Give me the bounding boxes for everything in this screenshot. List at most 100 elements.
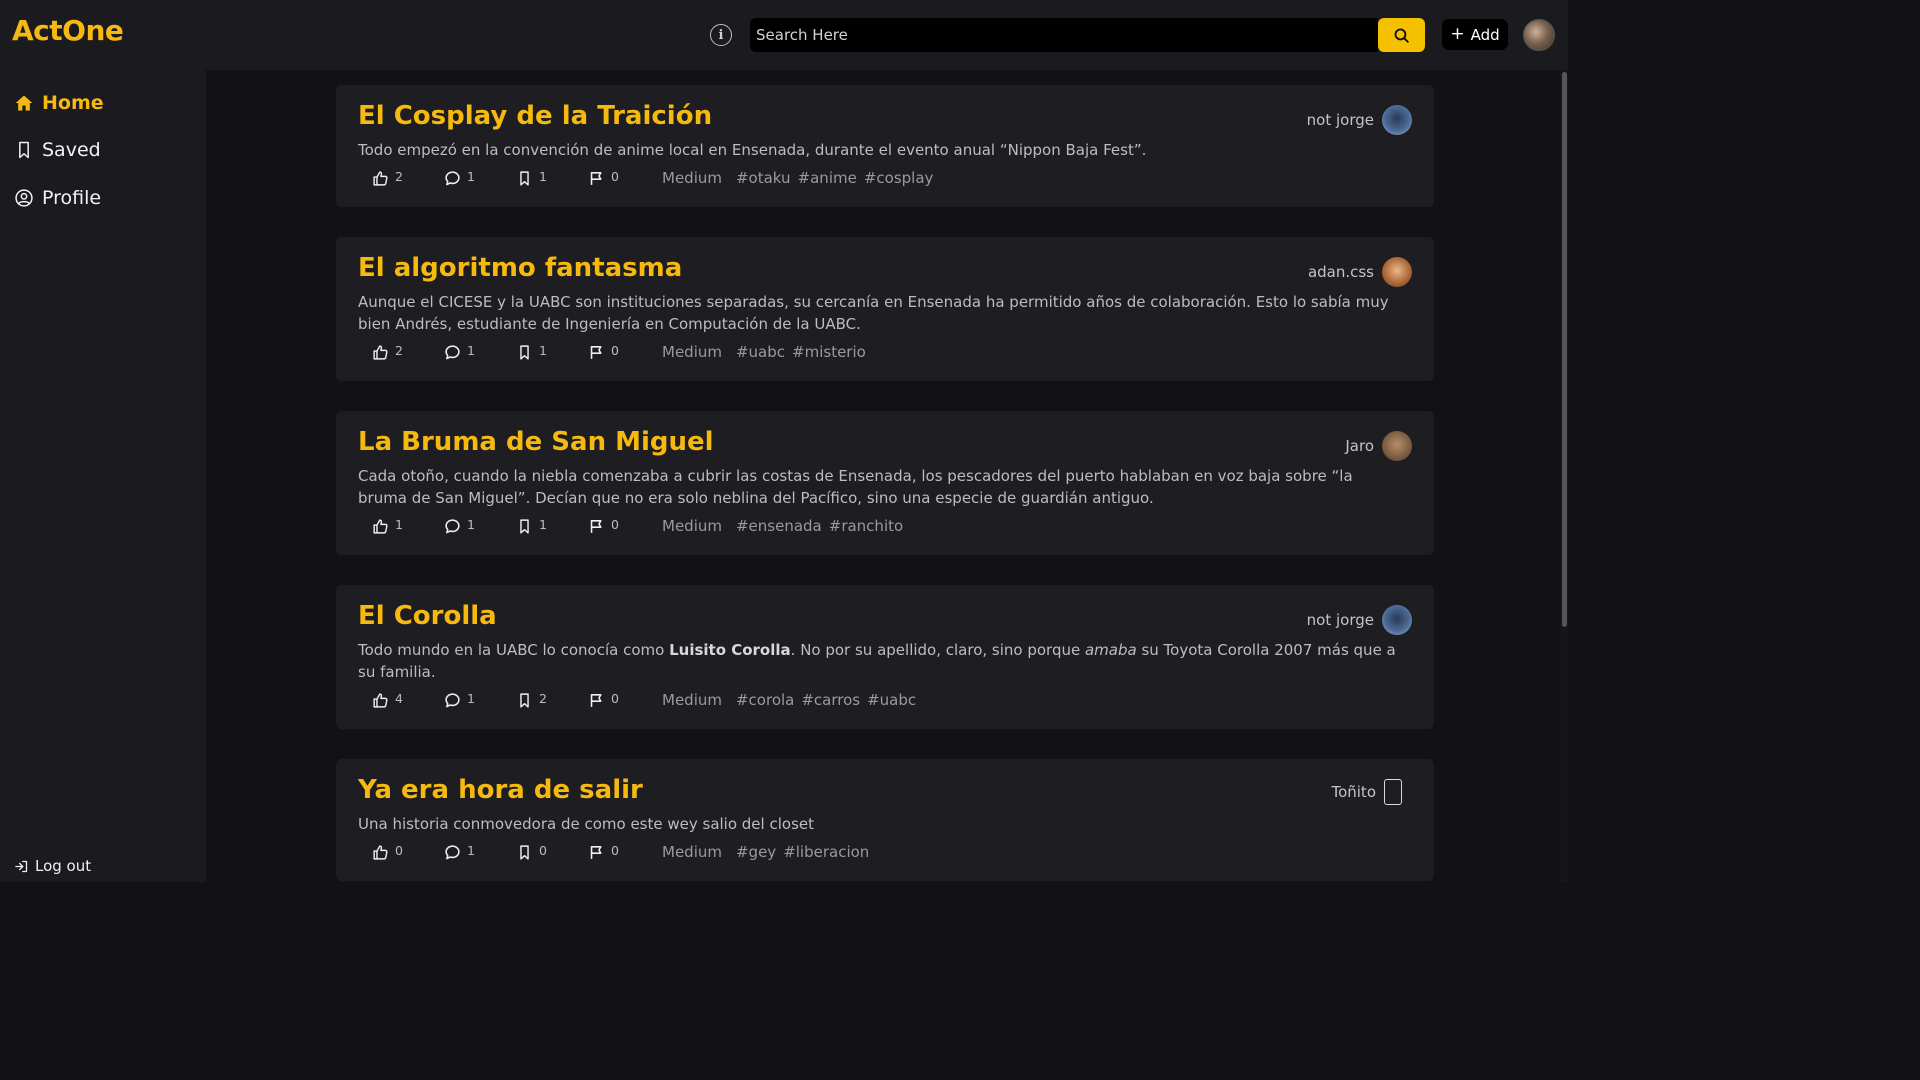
save-count: 1 [539,169,547,184]
save-count: 1 [539,343,547,358]
author-name: adan.css [1307,263,1374,281]
post-author[interactable]: adan.css [1308,257,1412,287]
like-button[interactable]: 2 [372,343,444,361]
add-button[interactable]: + Add [1442,19,1508,50]
save-count: 2 [539,691,547,706]
post-stats: 2 1 1 0 Medium #otaku #anime #cosplay [372,169,940,187]
plus-icon: + [1450,24,1465,44]
comment-icon [445,844,460,859]
save-button[interactable]: 0 [516,843,588,861]
comment-button[interactable]: 1 [444,691,516,709]
broken-image-icon [1384,779,1402,805]
logout-label: Log out [35,857,92,875]
tag-link[interactable]: #cosplay [864,169,934,187]
post-author[interactable]: Toñito [1331,779,1402,805]
user-circle-icon [15,189,33,207]
tag-link[interactable]: #anime [798,169,857,187]
save-button[interactable]: 1 [516,169,588,187]
author-avatar [1382,257,1412,287]
logout-button[interactable]: Log out [14,857,91,875]
comment-icon [445,344,460,359]
save-button[interactable]: 1 [516,343,588,361]
post-card[interactable]: Ya era hora de salir Toñito Una historia… [336,759,1434,881]
tag-link[interactable]: #ranchito [829,517,903,535]
scrollbar-thumb[interactable] [1562,72,1567,627]
report-count: 0 [611,169,619,184]
bookmark-icon [520,844,529,860]
sidebar-item-saved[interactable]: Saved [14,139,101,161]
report-button[interactable]: 0 [588,343,660,361]
add-button-label: Add [1470,25,1500,44]
sidebar-item-profile[interactable]: Profile [14,187,101,209]
info-icon[interactable]: i [710,24,732,46]
post-excerpt: Aunque el CICESE y la UABC son instituci… [358,293,1389,333]
post-stats: 2 1 1 0 Medium #uabc #misterio [372,343,873,361]
save-count: 0 [539,843,547,858]
difficulty-label: Medium [662,169,722,187]
like-button[interactable]: 2 [372,169,444,187]
post-excerpt: Cada otoño, cuando la niebla comenzaba a… [358,467,1353,507]
post-card[interactable]: El Corolla not jorge Todo mundo en la UA… [336,585,1434,729]
flag-icon [590,345,602,359]
post-title[interactable]: La Bruma de San Miguel [358,427,714,457]
tag-link[interactable]: #ensenada [736,517,822,535]
tag-link[interactable]: #liberacion [783,843,869,861]
search-icon [1394,28,1409,43]
search-button[interactable] [1378,18,1425,52]
comment-button[interactable]: 1 [444,517,516,535]
report-button[interactable]: 0 [588,691,660,709]
top-bar: ActOne i + Add [0,0,1568,70]
report-button[interactable]: 0 [588,169,660,187]
save-button[interactable]: 2 [516,691,588,709]
sidebar-item-label: Profile [42,187,102,209]
author-avatar [1382,105,1412,135]
like-button[interactable]: 0 [372,843,444,861]
report-count: 0 [611,517,619,532]
app-logo[interactable]: ActOne [12,14,124,47]
sidebar-item-label: Home [42,92,104,114]
post-title[interactable]: El algoritmo fantasma [358,253,682,283]
report-count: 0 [611,343,619,358]
tag-link[interactable]: #uabc [867,691,916,709]
save-button[interactable]: 1 [516,517,588,535]
post-stats: 1 1 1 0 Medium #ensenada #ranchito [372,517,910,535]
post-author[interactable]: not jorge [1307,105,1412,135]
home-icon [15,95,33,111]
tag-link[interactable]: #corola [736,691,794,709]
excerpt-bold-text: Luisito Corolla [669,641,791,659]
comment-count: 1 [467,517,475,532]
tag-link[interactable]: #otaku [736,169,791,187]
post-title[interactable]: Ya era hora de salir [358,775,643,805]
post-title[interactable]: El Corolla [358,601,497,631]
difficulty-label: Medium [662,843,722,861]
post-card[interactable]: El Cosplay de la Traición not jorge Todo… [336,85,1434,207]
tag-link[interactable]: #uabc [736,343,785,361]
post-author[interactable]: not jorge [1307,605,1412,635]
save-count: 1 [539,517,547,532]
post-excerpt: Todo empezó en la convención de anime lo… [358,141,1147,159]
tag-link[interactable]: #gey [736,843,776,861]
comment-button[interactable]: 1 [444,343,516,361]
report-button[interactable]: 0 [588,517,660,535]
tag-link[interactable]: #misterio [792,343,866,361]
like-button[interactable]: 1 [372,517,444,535]
user-avatar[interactable] [1523,19,1555,51]
post-card[interactable]: El algoritmo fantasma adan.css Aunque el… [336,237,1434,381]
excerpt-text: Todo mundo en la UABC lo conocía como [358,641,670,659]
difficulty-label: Medium [662,343,722,361]
tag-link[interactable]: #carros [801,691,860,709]
bookmark-icon [520,692,529,708]
report-button[interactable]: 0 [588,843,660,861]
post-title[interactable]: El Cosplay de la Traición [358,101,712,131]
search-input[interactable] [750,18,1378,52]
thumbs-up-icon [373,844,388,860]
comment-button[interactable]: 1 [444,843,516,861]
like-count: 2 [395,169,403,184]
comment-button[interactable]: 1 [444,169,516,187]
author-name: not jorge [1306,611,1374,629]
sidebar-item-home[interactable]: Home [14,92,104,114]
comment-count: 1 [467,343,475,358]
post-card[interactable]: La Bruma de San Miguel Jaro Cada otoño, … [336,411,1434,555]
like-button[interactable]: 4 [372,691,444,709]
post-author[interactable]: Jaro [1345,431,1412,461]
